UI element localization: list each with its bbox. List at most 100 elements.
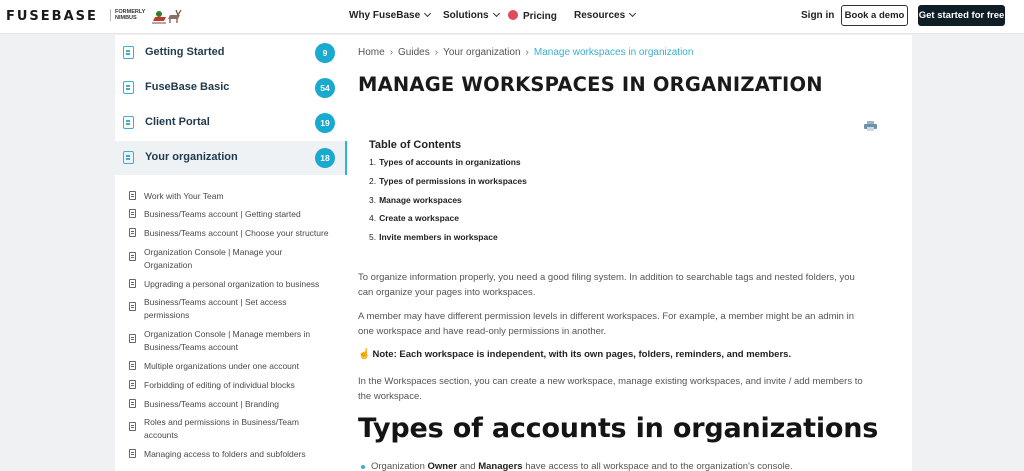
breadcrumb-separator-icon: › bbox=[525, 47, 529, 58]
get-started-button[interactable]: Get started for free bbox=[918, 5, 1005, 26]
article-icon bbox=[129, 279, 136, 288]
toc-number: 2. bbox=[369, 176, 377, 186]
document-icon bbox=[123, 116, 134, 129]
category-fusebase-basic[interactable]: FuseBase Basic 54 bbox=[115, 71, 347, 105]
sidebar-article-label: Organization Console | Manage your Organ… bbox=[144, 247, 283, 270]
top-navigation-bar: FUSEBASE FORMERLY NIMBUS Why FuseBase So… bbox=[0, 0, 1024, 34]
breadcrumb-guides[interactable]: Guides bbox=[398, 47, 430, 58]
bullet-text-mid: and bbox=[457, 461, 479, 471]
print-icon[interactable] bbox=[864, 121, 877, 131]
pointing-hand-icon: ☝ bbox=[358, 349, 371, 360]
toc-link[interactable]: 3. Manage workspaces bbox=[369, 195, 462, 205]
article-content: Home › Guides › Your organization › Manage wor… bbox=[347, 35, 912, 471]
guide-sidebar: Getting Started 9 FuseBase Basic 54 Clie… bbox=[115, 35, 347, 471]
toc-title: Table of Contents bbox=[369, 139, 462, 151]
toc-link-text: Manage workspaces bbox=[379, 195, 462, 205]
chevron-down-icon bbox=[629, 9, 637, 18]
intro-paragraph: To organize information properly, you ne… bbox=[358, 270, 893, 300]
toc-link[interactable]: 1. Types of accounts in organizations bbox=[369, 157, 521, 167]
category-label: Your organization bbox=[145, 151, 238, 163]
workspaces-paragraph: In the Workspaces section, you can creat… bbox=[358, 374, 893, 404]
category-count-badge: 18 bbox=[315, 148, 335, 168]
sidebar-article-label: Upgrading a personal organization to bus… bbox=[144, 279, 320, 289]
sidebar-article-label: Organization Console | Manage members in… bbox=[144, 329, 311, 352]
intro-paragraph-line1: To organize information properly, you ne… bbox=[358, 272, 855, 283]
toc-number: 4. bbox=[369, 213, 377, 223]
nav-pricing-label: Pricing bbox=[523, 11, 557, 22]
article-icon bbox=[129, 380, 136, 389]
intro-paragraph-line2: can organize your pages into workspaces. bbox=[358, 287, 536, 298]
logo-subtitle-line2: NIMBUS bbox=[115, 15, 137, 21]
workspaces-paragraph-line1: In the Workspaces section, you can creat… bbox=[358, 376, 863, 387]
page-title: MANAGE WORKSPACES IN ORGANIZATION bbox=[358, 73, 823, 96]
breadcrumb-separator-icon: › bbox=[389, 47, 394, 58]
toc-link-text: Types of accounts in organizations bbox=[379, 157, 521, 167]
bullet-bold-managers: Managers bbox=[478, 461, 523, 471]
breadcrumb: Home › Guides › Your organization › Manage wor… bbox=[358, 47, 693, 58]
article-icon bbox=[129, 209, 136, 218]
category-getting-started[interactable]: Getting Started 9 bbox=[115, 36, 347, 70]
bullet-text-post: have access to all workspace and to the … bbox=[522, 461, 793, 471]
nav-why-fusebase-label: Why FuseBase bbox=[349, 10, 421, 21]
nav-solutions-label: Solutions bbox=[443, 10, 489, 21]
pricing-badge-icon bbox=[508, 10, 518, 20]
sidebar-article-label: Multiple organizations under one account bbox=[144, 361, 299, 371]
sidebar-article-label: Business/Teams account | Choose your str… bbox=[144, 228, 329, 238]
sidebar-article-label: Forbidding of editing of individual bloc… bbox=[144, 380, 295, 390]
permissions-paragraph: A member may have different permission l… bbox=[358, 309, 893, 339]
article-icon bbox=[129, 422, 136, 431]
category-label: Getting Started bbox=[145, 46, 225, 58]
toc-link-text: Invite members in workspace bbox=[379, 232, 498, 242]
document-icon bbox=[123, 151, 134, 164]
permissions-paragraph-line1: A member may have different permission l… bbox=[358, 311, 854, 322]
article-icon bbox=[129, 361, 136, 370]
article-icon bbox=[129, 191, 136, 200]
nav-resources[interactable]: Resources bbox=[574, 9, 637, 21]
nav-pricing[interactable]: Pricing bbox=[508, 10, 557, 22]
bullet-text-pre: Organization bbox=[371, 461, 428, 471]
document-icon bbox=[123, 46, 134, 59]
chevron-down-icon bbox=[424, 9, 432, 18]
logo-subtitle: FORMERLY NIMBUS bbox=[110, 9, 145, 21]
category-label: FuseBase Basic bbox=[145, 81, 230, 93]
toc-link[interactable]: 2. Types of permissions in workspaces bbox=[369, 176, 527, 186]
category-count-badge: 54 bbox=[315, 78, 335, 98]
sidebar-article-label: Roles and permissions in Business/Team a… bbox=[144, 417, 299, 440]
bullet-bold-owner: Owner bbox=[427, 461, 458, 471]
toc-number: 3. bbox=[369, 195, 377, 205]
toc-link[interactable]: 4. Create a workspace bbox=[369, 213, 459, 223]
sidebar-article-label: Business/Teams account | Getting started bbox=[144, 209, 301, 219]
sidebar-article-label: Managing access to folders and subfolder… bbox=[144, 449, 306, 459]
section-heading: Types of accounts in organizations bbox=[358, 413, 879, 444]
article-icon bbox=[129, 334, 136, 343]
nav-resources-label: Resources bbox=[574, 10, 626, 21]
nav-why-fusebase[interactable]: Why FuseBase bbox=[349, 9, 432, 21]
breadcrumb-home[interactable]: Home bbox=[358, 47, 385, 58]
list-item: Organization Owner and Managers have acc… bbox=[361, 461, 793, 471]
sidebar-article-label: Work with Your Team bbox=[144, 191, 224, 201]
book-demo-button[interactable]: Book a demo bbox=[841, 5, 908, 26]
article-icon bbox=[129, 302, 136, 311]
chevron-down-icon bbox=[492, 9, 500, 18]
category-your-organization[interactable]: Your organization 18 bbox=[115, 141, 347, 175]
sidebar-article-label: Business/Teams account | Branding bbox=[144, 399, 279, 409]
breadcrumb-separator-icon: › bbox=[434, 47, 439, 58]
toc-link-text: Types of permissions in workspaces bbox=[379, 176, 527, 186]
article-icon bbox=[129, 252, 136, 261]
toc-number: 5. bbox=[369, 232, 377, 242]
toc-link-text: Create a workspace bbox=[379, 213, 459, 223]
article-icon bbox=[129, 449, 136, 458]
toc-link[interactable]: 5. Invite members in workspace bbox=[369, 232, 498, 242]
category-client-portal[interactable]: Client Portal 19 bbox=[115, 106, 347, 140]
nav-solutions[interactable]: Solutions bbox=[443, 9, 500, 21]
sign-in-link[interactable]: Sign in bbox=[801, 10, 834, 21]
fusebase-logo[interactable]: FUSEBASE bbox=[6, 9, 98, 24]
note-callout: ☝ Note: Each workspace is independent, wi… bbox=[358, 349, 791, 360]
category-count-badge: 9 bbox=[315, 43, 335, 63]
note-text: Note: Each workspace is independent, wit… bbox=[372, 349, 792, 360]
article-icon bbox=[129, 228, 136, 237]
category-count-badge: 19 bbox=[315, 113, 335, 133]
permissions-paragraph-line2: one workspace and have read-only permiss… bbox=[358, 326, 607, 337]
workspaces-paragraph-line2: the workspace. bbox=[358, 391, 422, 402]
breadcrumb-your-organization[interactable]: Your organization bbox=[443, 47, 520, 58]
